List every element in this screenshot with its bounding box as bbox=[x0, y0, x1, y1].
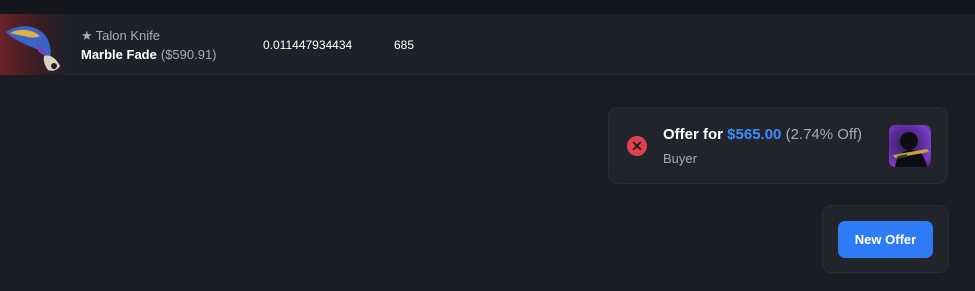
offer-card: ✕ Offer for $565.00 (2.74% Off) Buyer bbox=[608, 107, 948, 184]
offer-prefix: Offer for bbox=[663, 126, 723, 143]
pattern-value: 685 bbox=[394, 38, 415, 52]
item-name: ★ Talon Knife bbox=[81, 28, 160, 44]
item-row[interactable]: ★ Talon Knife Marble Fade ($590.91) 0.0114… bbox=[0, 14, 975, 75]
item-skin-line: Marble Fade ($590.91) bbox=[81, 47, 217, 62]
offer-title: Offer for $565.00 (2.74% Off) bbox=[663, 126, 862, 143]
top-bar bbox=[0, 0, 975, 14]
float-value: 0.011447934434 bbox=[263, 38, 353, 52]
avatar[interactable] bbox=[889, 125, 931, 167]
item-price: ($590.91) bbox=[160, 47, 217, 62]
offer-role: Buyer bbox=[663, 151, 697, 166]
item-name-label: Talon Knife bbox=[95, 28, 160, 43]
close-icon[interactable]: ✕ bbox=[627, 136, 647, 156]
item-thumbnail bbox=[0, 14, 66, 75]
new-offer-button[interactable]: New Offer bbox=[838, 221, 933, 258]
star-icon: ★ bbox=[81, 28, 93, 43]
offer-discount: (2.74% Off) bbox=[785, 126, 862, 143]
item-skin: Marble Fade bbox=[81, 47, 157, 62]
new-offer-panel: New Offer bbox=[822, 205, 949, 273]
offer-amount: $565.00 bbox=[727, 126, 782, 143]
